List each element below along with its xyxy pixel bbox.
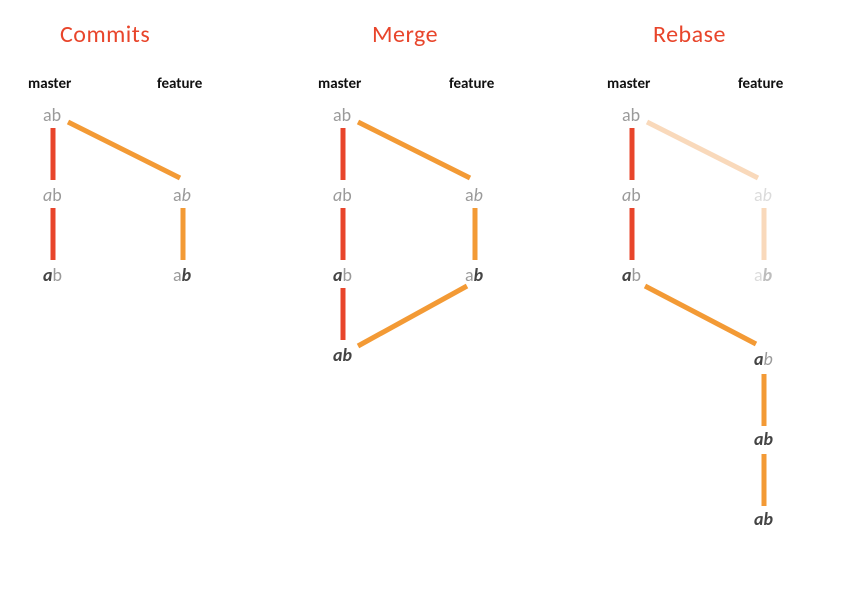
- commit-c2-m0: ab: [333, 106, 351, 124]
- commit-c3-old-f2: ab: [754, 266, 772, 284]
- panel-title-commits: Commits: [60, 20, 150, 49]
- commit-c3-r1: ab: [754, 350, 773, 368]
- commit-c3-m0: ab: [622, 106, 640, 124]
- commit-c2-f2: ab: [465, 266, 483, 284]
- commit-c2-f1: ab: [465, 186, 483, 204]
- branch-label-feature-2: feature: [449, 75, 494, 93]
- connector-layer: [0, 0, 855, 606]
- panel-title-rebase: Rebase: [653, 20, 726, 49]
- commit-c2-m1: ab: [333, 186, 352, 204]
- branch-label-master-1: master: [28, 75, 71, 93]
- branch-label-feature-1: feature: [157, 75, 202, 93]
- branch-label-master-3: master: [607, 75, 650, 93]
- commit-c3-m1: ab: [622, 186, 641, 204]
- commit-c3-m2: ab: [622, 266, 641, 284]
- commit-c3-old-f1: ab: [754, 186, 772, 204]
- commit-c1-m1: ab: [43, 186, 62, 204]
- commit-c1-f1: ab: [173, 186, 191, 204]
- branch-label-master-2: master: [318, 75, 361, 93]
- commit-c2-m2: ab: [333, 266, 352, 284]
- commit-c1-f2: ab: [173, 266, 191, 284]
- commit-c2-merge: ab: [333, 346, 352, 364]
- commit-c1-m0: ab: [43, 106, 61, 124]
- branch-label-feature-3: feature: [738, 75, 783, 93]
- commit-c1-m2: ab: [43, 266, 62, 284]
- commit-c3-r2: ab: [754, 430, 773, 448]
- panel-title-merge: Merge: [372, 20, 438, 49]
- commit-c3-r3: ab: [754, 510, 773, 528]
- diagram-root: Commits master feature ab ab ab ab ab Me…: [0, 0, 855, 606]
